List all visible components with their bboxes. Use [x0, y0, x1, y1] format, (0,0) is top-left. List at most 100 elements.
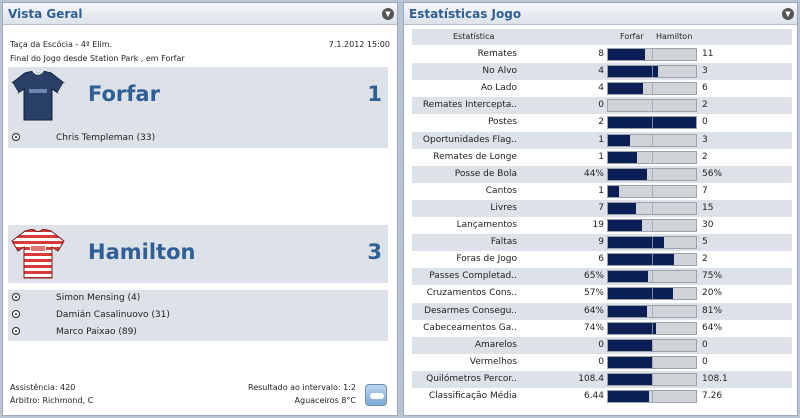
stat-bar-fill [608, 305, 647, 317]
stat-label: Cabeceamentos Ga.. [423, 322, 517, 333]
stat-bar-fill [608, 220, 643, 231]
stat-label: Cantos [485, 185, 517, 196]
stat-label: Quilómetros Percor.. [426, 373, 517, 384]
referee-label[interactable]: Árbitro: Richmond, C [10, 396, 93, 405]
stat-away-value: 6 [702, 83, 708, 94]
stat-label: Faltas [490, 237, 517, 248]
stat-label: Classificação Média [428, 391, 517, 401]
stat-col-label[interactable]: Estatística [453, 32, 494, 41]
stat-away-value: 2 [702, 254, 708, 265]
scorer-name[interactable]: Simon Mensing (4) [56, 293, 140, 303]
stat-label: No Alvo [482, 66, 517, 77]
stat-label: Lançamentos [456, 220, 517, 230]
stat-comparison-bar [607, 338, 697, 352]
stat-away-value: 0 [702, 339, 708, 350]
stat-comparison-bar [607, 236, 697, 250]
stat-comparison-bar [607, 65, 697, 79]
stat-comparison-bar [607, 184, 697, 198]
stat-home-value: 0 [598, 356, 604, 367]
stat-home-value: 4 [598, 83, 604, 94]
stat-home-value: 74% [583, 322, 604, 333]
stat-label: Ao Lado [480, 83, 517, 94]
stat-label: Desarmes Consegu.. [424, 305, 517, 316]
stat-bar-fill [608, 49, 645, 60]
scorer-name[interactable]: Damián Casalinuovo (31) [56, 310, 170, 320]
stat-bar-midline [652, 254, 653, 266]
stat-label: Cruzamentos Cons.. [426, 288, 517, 299]
stat-comparison-bar [607, 201, 697, 215]
weather-label: Aguaceiros 8°C [294, 396, 356, 405]
stat-row: Amarelos 0 0 [412, 336, 792, 354]
stat-bar-midline [652, 391, 653, 402]
stat-bar-fill [608, 356, 652, 368]
stat-bar-midline [652, 220, 653, 231]
stat-bar-midline [652, 202, 653, 214]
stat-bar-midline [652, 117, 653, 129]
match-date: 7.1.2012 15:00 [328, 40, 390, 49]
stat-comparison-bar [607, 133, 697, 147]
stat-home-value: 4 [598, 66, 604, 77]
stat-row: Livres 7 15 [412, 199, 792, 217]
stat-bar-fill [608, 339, 652, 351]
stat-away-value: 0 [702, 117, 708, 128]
stat-comparison-bar [607, 304, 697, 318]
stat-home-value: 65% [583, 271, 604, 282]
stat-bar-fill [608, 391, 650, 402]
stat-away-value: 5 [702, 237, 708, 248]
scorer-name[interactable]: Chris Templeman (33) [56, 133, 155, 143]
stat-comparison-bar [607, 150, 697, 164]
stat-label: Amarelos [474, 339, 517, 350]
stat-comparison-bar [607, 321, 697, 335]
stat-away-value: 2 [702, 151, 708, 162]
stat-home-value: 1 [598, 151, 604, 162]
stat-home-value: 7 [598, 202, 604, 213]
stat-col-home[interactable]: Forfar [620, 32, 644, 41]
stat-row: Cantos 1 7 [412, 183, 792, 200]
panel-menu-chevron-icon[interactable]: ▼ [382, 8, 394, 20]
stat-bar-midline [652, 373, 653, 385]
stat-row: Foras de Jogo 6 2 [412, 251, 792, 268]
stat-bar-fill [608, 322, 656, 334]
stat-away-value: 0 [702, 356, 708, 367]
home-team-block: Forfar 1 Chris Templeman (33) [8, 67, 388, 148]
stat-home-value: 64% [583, 305, 604, 316]
stat-comparison-bar [607, 372, 697, 386]
stat-row: Faltas 9 5 [412, 234, 792, 252]
stat-away-value: 30 [702, 220, 714, 230]
stat-away-value: 64% [702, 322, 723, 333]
home-team-name[interactable]: Forfar [88, 82, 160, 106]
stat-label: Livres [490, 202, 517, 213]
stat-row: Postes 2 0 [412, 114, 792, 131]
stat-row: Oportunidades Flag.. 1 3 [412, 131, 792, 149]
stat-row: Desarmes Consegu.. 64% 81% [412, 302, 792, 320]
away-scorer-row: Simon Mensing (4) [8, 290, 388, 307]
stat-row: Remates 8 11 [412, 46, 792, 63]
stat-row: Quilómetros Percor.. 108.4 108.1 [412, 370, 792, 388]
stat-bar-fill [608, 134, 630, 146]
stat-bar-midline [652, 151, 653, 163]
stat-bar-midline [652, 185, 653, 197]
overview-header: Vista Geral ▼ [3, 3, 397, 25]
stat-comparison-bar [607, 167, 697, 181]
stat-col-away[interactable]: Hamilton [656, 32, 692, 41]
stat-bar-fill [608, 168, 647, 180]
stat-row: Cruzamentos Cons.. 57% 20% [412, 285, 792, 302]
halftime-score: Resultado ao intervalo: 1:2 [248, 383, 356, 392]
stat-row: Remates de Longe 1 2 [412, 149, 792, 166]
away-team-name[interactable]: Hamilton [88, 240, 195, 264]
home-kit-icon [11, 71, 65, 121]
stat-home-value: 19 [592, 220, 604, 230]
stat-bar-midline [652, 356, 653, 368]
stat-bar-midline [652, 168, 653, 180]
scorer-name[interactable]: Marco Paixao (89) [56, 327, 137, 337]
stat-away-value: 81% [702, 305, 723, 316]
stat-home-value: 57% [583, 288, 604, 299]
stats-title: Estatísticas Jogo [409, 7, 522, 21]
stat-away-value: 3 [702, 66, 708, 77]
stat-home-value: 9 [598, 237, 604, 248]
panel-menu-chevron-icon[interactable]: ▼ [782, 8, 794, 20]
stat-comparison-bar [607, 355, 697, 369]
stat-label: Oportunidades Flag.. [422, 134, 517, 145]
stat-away-value: 108.1 [702, 373, 728, 384]
stat-home-value: 6.44 [583, 391, 604, 401]
